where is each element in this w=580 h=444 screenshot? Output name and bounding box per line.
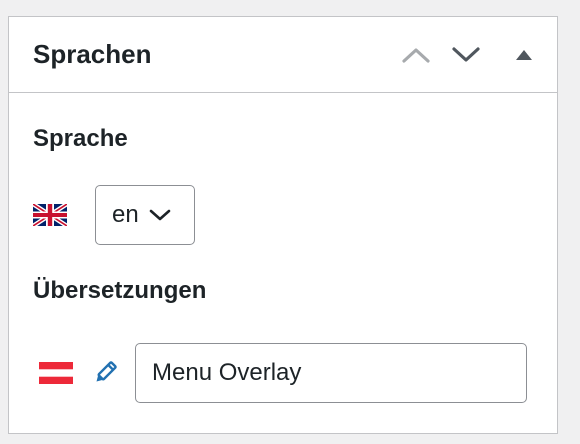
panel-header: Sprachen [9, 17, 557, 93]
language-select-value: en [112, 201, 139, 228]
move-down-button[interactable] [441, 17, 491, 93]
uk-flag-icon [33, 204, 67, 226]
translation-input[interactable] [135, 343, 527, 403]
languages-panel: Sprachen Sprache en Übersetzungen Menu O… [8, 16, 558, 434]
language-select[interactable]: en [95, 185, 195, 245]
panel-header-actions [391, 17, 557, 92]
chevron-down-icon [452, 46, 480, 62]
toggle-panel-button[interactable] [491, 17, 557, 93]
chevron-down-icon [149, 208, 171, 222]
language-label: Sprache [33, 125, 128, 152]
translation-row [39, 343, 527, 403]
panel-title: Sprachen [33, 39, 152, 69]
language-row: en [33, 185, 195, 245]
chevron-up-icon [402, 47, 430, 63]
translations-label: Übersetzungen [33, 277, 207, 304]
austria-flag-icon [39, 362, 73, 384]
move-up-button[interactable] [391, 17, 441, 93]
triangle-up-icon [516, 49, 532, 60]
edit-translation-pencil-icon[interactable] [91, 359, 119, 387]
